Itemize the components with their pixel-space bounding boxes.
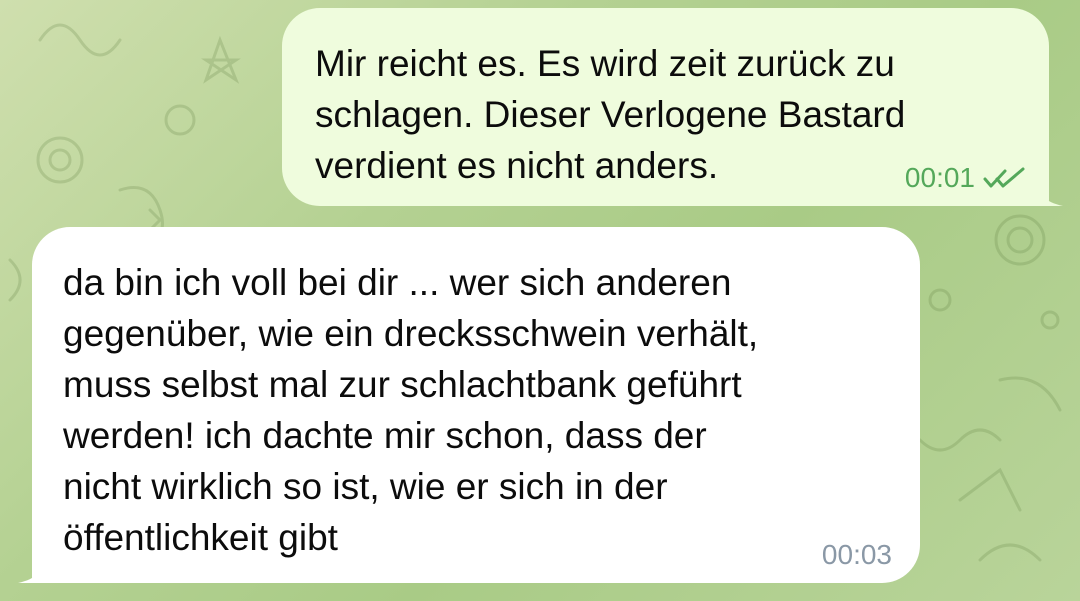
incoming-message-time: 00:03 xyxy=(821,539,892,570)
outgoing-bubble-tail xyxy=(1037,180,1063,206)
double-check-icon xyxy=(983,167,1025,188)
incoming-message-text: da bin ich voll bei dir ... wer sich and… xyxy=(63,262,759,558)
outgoing-message-meta: 00:01 xyxy=(905,164,1027,192)
incoming-message-meta: 00:03 xyxy=(822,541,892,569)
incoming-bubble-tail xyxy=(18,557,44,583)
outgoing-message-bubble[interactable]: Mir reicht es. Es wird zeit zurück zu sc… xyxy=(282,8,1063,206)
outgoing-message-time: 00:01 xyxy=(904,162,975,193)
incoming-message-bubble[interactable]: da bin ich voll bei dir ... wer sich and… xyxy=(18,227,920,583)
